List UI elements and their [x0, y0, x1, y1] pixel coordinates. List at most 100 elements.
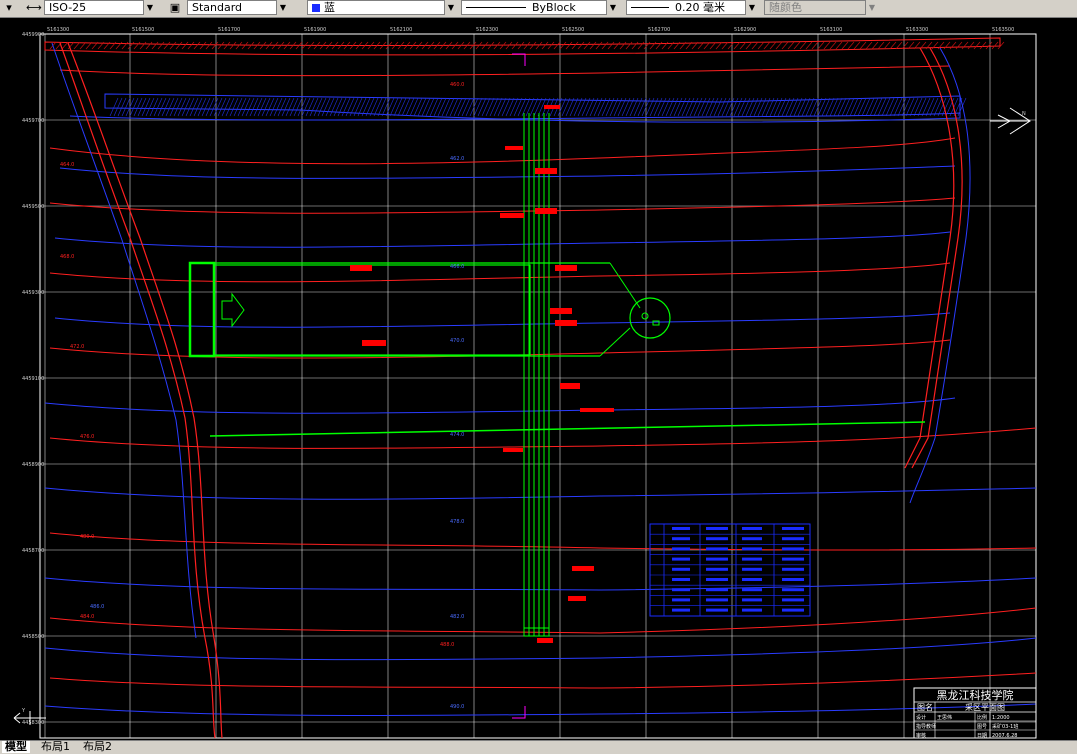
- marker-magenta: [512, 706, 526, 719]
- boundary-right-red-2: [911, 47, 963, 469]
- river-hatch-line: [877, 97, 887, 117]
- linetype-dropdown[interactable]: ▼: [606, 0, 619, 15]
- legend-entry: [672, 527, 690, 530]
- river-hatch-line: [213, 97, 223, 117]
- title-block-cell: 设计: [916, 714, 926, 721]
- hatch-line: [775, 41, 783, 50]
- river-hatch-line: [245, 97, 255, 117]
- river-hatch-line: [461, 97, 471, 117]
- river-hatch-line: [293, 97, 303, 117]
- color-select[interactable]: 蓝: [307, 0, 457, 15]
- river-hatch-line: [437, 97, 447, 117]
- contour-elevation-label-blue: 478.0: [450, 519, 464, 525]
- hatch-line: [607, 41, 615, 50]
- hatch-line: [601, 41, 609, 50]
- tab-model[interactable]: 模型: [2, 741, 30, 753]
- grid-coordinate-label-left: 4458900: [22, 462, 44, 468]
- legend-entry: [672, 537, 690, 541]
- lineweight-sample: [631, 7, 669, 8]
- river-hatch-line: [157, 97, 167, 117]
- hatch-line: [547, 41, 555, 50]
- river-hatch-line: [365, 97, 375, 117]
- label-box-red: [537, 638, 553, 643]
- title-block-name-label: 图名: [917, 702, 933, 712]
- text-style-select[interactable]: Standard: [187, 0, 289, 15]
- contour-line-red: [49, 262, 951, 283]
- river-hatch-line: [253, 97, 263, 117]
- river-hatch-line: [269, 97, 279, 117]
- river-hatch-line: [569, 97, 579, 117]
- hatch-line: [823, 41, 831, 50]
- river-hatch-line: [705, 97, 715, 117]
- hatch-line: [253, 41, 261, 50]
- text-style-icon[interactable]: ▣: [168, 1, 182, 15]
- hatch-line: [847, 41, 855, 50]
- river-hatch-line: [209, 97, 219, 117]
- river-hatch-line: [113, 97, 123, 117]
- contour-elevation-label-red: 476.0: [80, 434, 94, 440]
- hatch-line: [805, 41, 813, 50]
- legend-table: [649, 523, 811, 617]
- hatch-line: [625, 41, 633, 50]
- river-hatch-line: [893, 97, 903, 117]
- boundary-right-blue: [909, 47, 971, 504]
- tab-layout1[interactable]: 布局1: [38, 741, 73, 753]
- hatch-line: [889, 41, 897, 50]
- river-hatch-line: [857, 97, 867, 117]
- hatch-line: [223, 41, 231, 50]
- legend-entry: [706, 598, 728, 602]
- legend-entry: [742, 608, 762, 612]
- legend-entry: [706, 578, 728, 581]
- hatch-line: [637, 41, 645, 50]
- contour-elevation-label-blue: 474.0: [450, 432, 464, 438]
- river-hatch-line: [869, 97, 879, 117]
- river-hatch-line: [445, 97, 455, 117]
- dimension-style-dropdown[interactable]: ▼: [143, 0, 156, 15]
- hatch-line: [613, 41, 621, 50]
- grid-coordinate-label-top: 5161300: [47, 27, 69, 33]
- river-hatch-line: [673, 97, 683, 117]
- river-hatch-line: [277, 97, 287, 117]
- color-dropdown[interactable]: ▼: [444, 0, 457, 15]
- hatch-line: [595, 41, 603, 50]
- river-hatch-line: [273, 97, 283, 117]
- river-hatch-line: [453, 97, 463, 117]
- hatch-line: [769, 41, 777, 50]
- contour-elevation-label-red: 480.0: [80, 534, 94, 540]
- cad-drawing[interactable]: 5161300 5161500 5161700 5161900 5162100 51623…: [0, 18, 1077, 740]
- legend-entry: [782, 598, 804, 602]
- linetype-sample: [466, 7, 526, 8]
- plot-style-select[interactable]: 随颜色: [764, 0, 878, 15]
- river-hatch-line: [241, 97, 251, 117]
- dropdown-arrow-icon[interactable]: ▾: [2, 1, 16, 15]
- legend-entry: [706, 588, 728, 592]
- linetype-select[interactable]: ByBlock: [461, 0, 619, 15]
- hatch-line: [859, 41, 867, 50]
- river-hatch-line: [369, 97, 379, 117]
- dimension-style-select[interactable]: ISO-25: [44, 0, 156, 15]
- text-style-dropdown[interactable]: ▼: [276, 0, 289, 15]
- plot-style-dropdown[interactable]: ▼: [865, 0, 878, 15]
- hatch-line: [787, 41, 795, 50]
- legend-entry: [782, 588, 804, 592]
- lineweight-select[interactable]: 0.20 毫米: [626, 0, 758, 15]
- boundary-left-red-2: [67, 42, 223, 739]
- hatch-line: [475, 41, 483, 50]
- river-hatch-line: [837, 97, 847, 117]
- lineweight-dropdown[interactable]: ▼: [745, 0, 758, 15]
- contour-line-blue: [44, 487, 1037, 500]
- legend-entry: [782, 567, 804, 571]
- tab-layout2[interactable]: 布局2: [80, 741, 115, 753]
- dimension-style-icon[interactable]: ⟷: [26, 1, 42, 15]
- label-box-red: [580, 408, 614, 412]
- hatch-line: [937, 41, 945, 50]
- river-hatch-line: [165, 97, 175, 117]
- drawing-canvas[interactable]: 5161300 5161500 5161700 5161900 5162100 51623…: [0, 18, 1077, 740]
- river-hatch-line: [205, 97, 215, 117]
- river-hatch-line: [309, 97, 319, 117]
- contour-line-blue: [59, 165, 956, 179]
- river-hatch-line: [565, 97, 575, 117]
- hatch-line: [553, 41, 561, 50]
- legend-entry: [742, 578, 762, 581]
- river-hatch-line: [325, 97, 335, 117]
